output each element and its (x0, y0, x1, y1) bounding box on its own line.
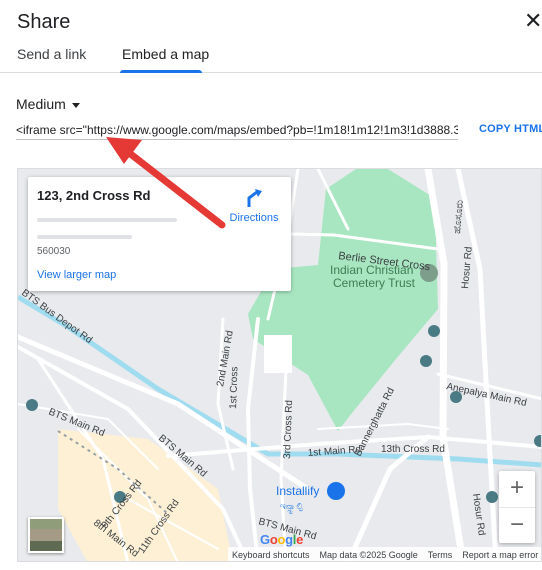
park-gap (264, 335, 292, 373)
place-info-card: 123, 2nd Cross Rd 560030 View larger map… (28, 177, 291, 291)
google-logo: Google (260, 532, 304, 547)
place-name: 123, 2nd Cross Rd (37, 188, 151, 203)
view-larger-map-link[interactable]: View larger map (37, 269, 116, 281)
satellite-thumbnail[interactable] (28, 517, 64, 553)
size-dropdown[interactable]: Medium (16, 96, 80, 112)
active-tab-indicator (120, 70, 202, 73)
address-blur-line (37, 235, 132, 239)
directions-icon (247, 189, 262, 207)
tab-send-a-link[interactable]: Send a link (17, 46, 86, 73)
terms-link[interactable]: Terms (428, 550, 453, 560)
address-blur-line (37, 218, 177, 222)
embed-code-field[interactable] (16, 120, 458, 140)
size-dropdown-value: Medium (16, 96, 66, 112)
zoom-in-button[interactable]: + (499, 471, 535, 507)
dialog-title: Share (17, 11, 71, 33)
label-3rd-cross: 3rd Cross Rd (282, 400, 295, 459)
tab-embed-a-map[interactable]: Embed a map (122, 46, 209, 73)
label-cemetery-2: Cemetery Trust (333, 276, 416, 290)
map-data-text: Map data ©2025 Google (319, 550, 418, 560)
label-cemetery-1: Indian Christian (330, 263, 413, 277)
tab-bar: Send a link Embed a map (0, 40, 542, 73)
map-attribution: Keyboard shortcuts Map data ©2025 Google… (228, 547, 541, 561)
directions-label: Directions (229, 212, 279, 224)
postcode: 560030 (37, 246, 71, 257)
report-map-error-link[interactable]: Report a map error (462, 550, 538, 560)
label-1st-cross: 1st Cross (228, 367, 240, 410)
label-13th-cross: 13th Cross Rd (381, 444, 445, 455)
map-preview[interactable]: Berlie Street Cross Indian Christian Cem… (17, 168, 542, 562)
installify-pin-icon (327, 482, 345, 500)
label-installify: Installify (276, 484, 319, 498)
caret-down-icon (71, 102, 80, 108)
close-icon[interactable]: ✕ (524, 10, 542, 32)
directions-button[interactable]: Directions (221, 188, 287, 228)
copy-html-button[interactable]: COPY HTML (479, 123, 542, 135)
zoom-control: + − (499, 471, 535, 543)
keyboard-shortcuts-link[interactable]: Keyboard shortcuts (232, 550, 310, 560)
zoom-out-button[interactable]: − (499, 507, 535, 543)
